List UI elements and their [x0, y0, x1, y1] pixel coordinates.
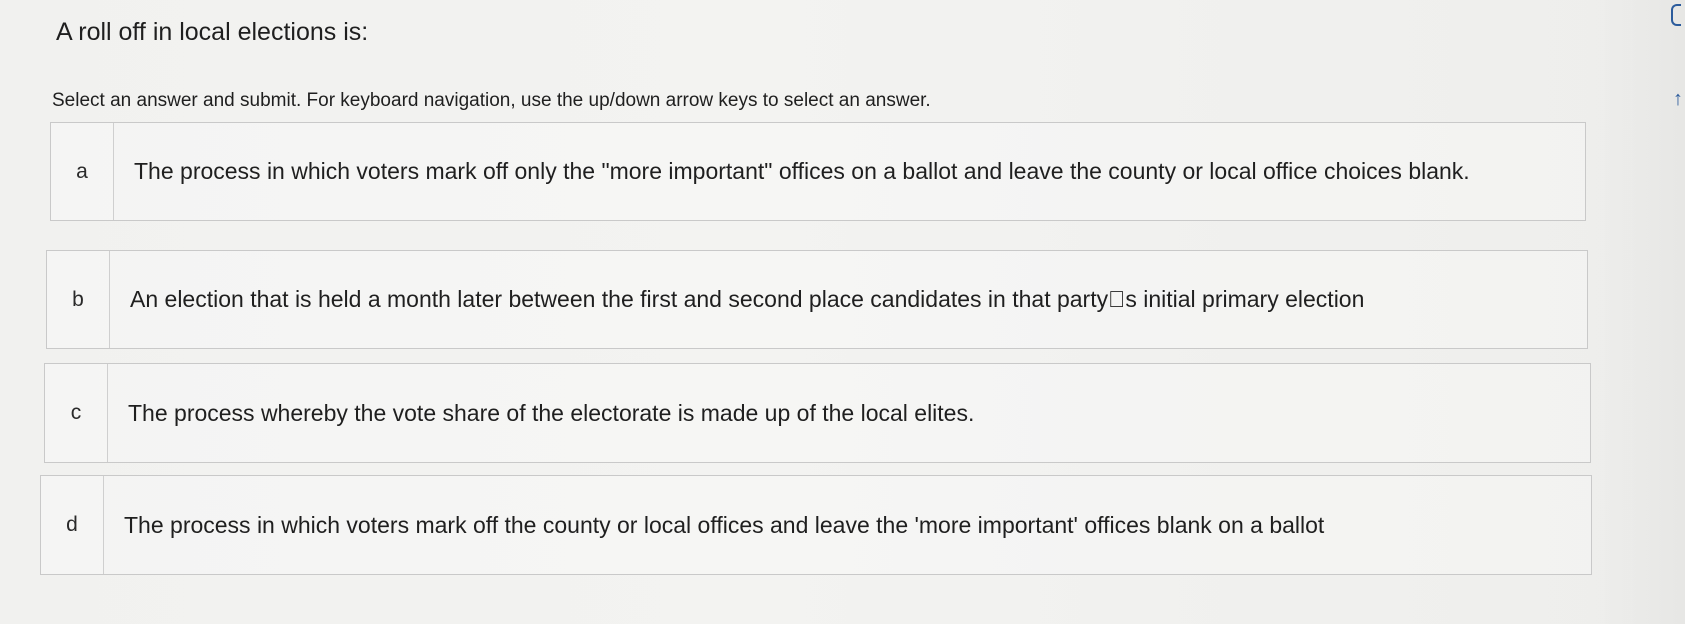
option-letter: a [51, 123, 114, 220]
option-letter: d [41, 476, 104, 574]
panel-tab-icon[interactable] [1671, 4, 1681, 26]
quiz-page: A roll off in local elections is: Select… [0, 0, 1685, 624]
option-letter: b [47, 251, 110, 348]
option-text: The process in which voters mark off the… [124, 511, 1325, 538]
option-text: The process whereby the vote share of th… [128, 399, 975, 426]
option-letter: c [45, 364, 108, 462]
answer-option-c[interactable]: c The process whereby the vote share of … [44, 363, 1591, 463]
instructions-text: Select an answer and submit. For keyboar… [52, 90, 931, 111]
arrow-icon[interactable]: ↑ [1673, 88, 1683, 111]
right-edge-panel: ↑ [1585, 0, 1685, 624]
answer-option-a[interactable]: a The process in which voters mark off o… [50, 122, 1586, 221]
answer-option-d[interactable]: d The process in which voters mark off t… [40, 475, 1592, 575]
answer-option-b[interactable]: b An election that is held a month later… [46, 250, 1588, 349]
question-text: A roll off in local elections is: [56, 18, 369, 46]
option-text: An election that is held a month later b… [130, 286, 1365, 312]
option-text: The process in which voters mark off onl… [134, 158, 1470, 184]
